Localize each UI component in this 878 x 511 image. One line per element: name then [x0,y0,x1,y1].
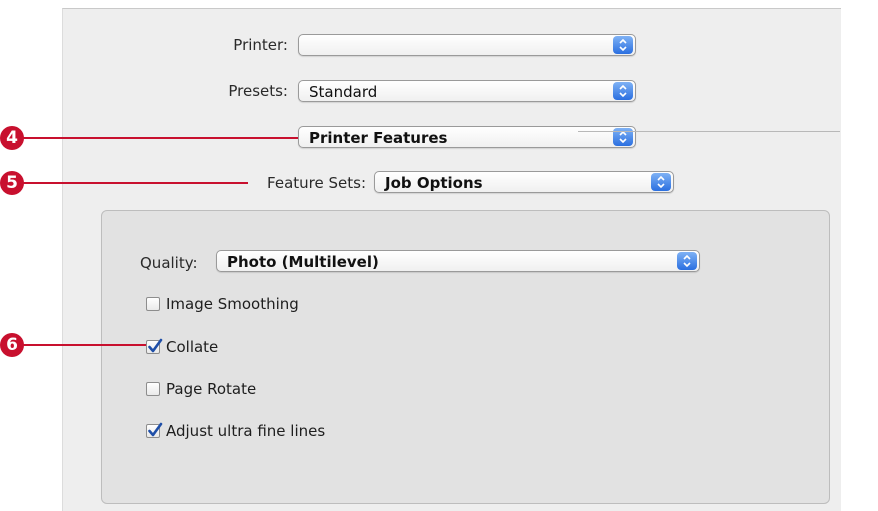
image-smoothing-checkbox[interactable]: Image Smoothing [146,295,299,313]
printer-popup[interactable] [298,34,636,56]
adjust-ultra-fine-lines-checkbox[interactable]: Adjust ultra fine lines [146,422,325,440]
printer-label: Printer: [233,36,288,54]
image-smoothing-label: Image Smoothing [166,295,299,313]
panel-selector-value: Printer Features [309,129,448,147]
checkbox-checked-icon [146,338,163,354]
presets-value: Standard [309,83,378,101]
collate-checkbox[interactable]: Collate [146,338,218,356]
callout-badge-6: 6 [0,333,24,357]
presets-popup[interactable]: Standard [298,80,636,102]
callout-line-4 [22,137,298,139]
page-rotate-checkbox[interactable]: Page Rotate [146,380,256,398]
checkbox-unchecked-icon [146,382,160,396]
feature-sets-value: Job Options [385,174,483,192]
page-rotate-label: Page Rotate [166,380,257,398]
popup-arrows-icon [677,252,697,270]
panel-selector-popup[interactable]: Printer Features [298,126,636,148]
popup-arrows-icon [613,36,633,54]
popup-arrows-icon [613,82,633,100]
feature-sets-label: Feature Sets: [267,174,366,192]
checkbox-unchecked-icon [146,297,160,311]
callout-badge-5: 5 [0,171,24,195]
quality-popup[interactable]: Photo (Multilevel) [216,250,700,272]
presets-label: Presets: [228,82,288,100]
popup-arrows-icon [651,173,671,191]
quality-value: Photo (Multilevel) [227,253,379,271]
adjust-ultra-fine-lines-label: Adjust ultra fine lines [166,422,326,440]
collate-label: Collate [166,338,219,356]
callout-line-6 [22,344,146,346]
callout-badge-4: 4 [0,126,24,150]
section-divider [578,131,840,132]
checkbox-checked-icon [146,422,163,438]
callout-line-5 [22,182,248,184]
feature-sets-popup[interactable]: Job Options [374,171,674,193]
quality-label: Quality: [140,254,198,272]
